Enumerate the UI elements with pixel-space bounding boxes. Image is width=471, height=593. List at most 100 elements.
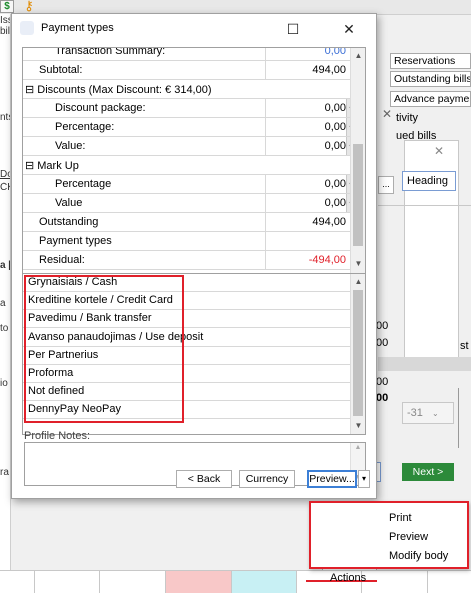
totals-row-label: Transaction Summary: [55,47,166,57]
date-select[interactable]: -31 ⌄ [402,402,454,424]
totals-row-label: ⊟ Discounts (Max Discount: € 314,00) [25,84,212,96]
totals-row-label: Outstanding [39,216,99,228]
totals-row-label: ⊟ Mark Up [25,160,79,172]
advance-payment-button[interactable]: Advance paymen [390,91,471,107]
totals-row-label: Residual: [39,254,85,266]
bg-fragment: bil [0,26,10,37]
menu-item-modify-body[interactable]: Modify body [311,546,467,566]
totals-row-label: Value [55,197,83,209]
totals-row-value[interactable]: 0,00 [266,197,346,209]
totals-section-row[interactable]: ⊟ Mark Up [23,156,350,175]
column-divider [265,232,266,251]
bg-amount: 00 [376,337,389,349]
bg-grey-band [378,357,471,371]
dialog-title: Payment types [41,22,114,34]
grid-cell[interactable] [35,571,100,593]
scroll-up-icon[interactable]: ▲ [351,48,365,63]
scroll-down-icon[interactable]: ▼ [351,256,365,271]
grid-cell[interactable] [428,571,471,593]
totals-row-label: Value: [55,140,86,152]
totals-section-row[interactable]: ⊟ Discounts (Max Discount: € 314,00) [23,80,350,99]
list-scrollbar[interactable]: ▲ ▼ [350,274,365,434]
bg-activity-text: tivity [396,112,418,124]
totals-row-value[interactable]: 0,00 [266,102,346,114]
totals-row[interactable]: Outstanding 494,00 [23,213,350,232]
scroll-up-icon[interactable]: ▲ [351,444,365,451]
totals-row[interactable]: Value:0,00... [23,137,359,156]
totals-row-label: Discount package: [55,102,146,114]
bg-fragment: ČK [0,182,10,193]
bg-fragment: to [0,323,9,334]
dialog-titlebar[interactable]: Payment types ☐ ✕ [12,14,376,44]
outstanding-bills-button[interactable]: Outstanding bills [390,71,471,87]
totals-row-label: Payment types [39,235,112,247]
totals-row-value: 494,00 [312,216,346,228]
totals-scrollbar[interactable]: ▲ ▼ [350,48,365,273]
totals-row-value[interactable]: 0,00 [266,121,346,133]
bg-amount: 00 [376,392,389,404]
totals-row-value: 494,00 [312,64,346,76]
totals-row[interactable]: Percentage:0,00... [23,118,359,137]
heading-column-header[interactable]: Heading [402,171,456,191]
preview-dropdown-chevron-icon[interactable]: ▾ [358,470,370,488]
scroll-up-icon[interactable]: ▲ [351,274,365,289]
close-icon[interactable]: ✕ [434,144,444,158]
grid-cell[interactable] [362,571,428,593]
back-button[interactable]: < Back [176,470,232,488]
totals-row[interactable]: Value0,00... [23,194,359,213]
grid-cell[interactable] [0,571,35,593]
close-icon[interactable]: ✕ [381,107,393,121]
totals-row[interactable]: Subtotal: 494,00 [23,61,350,80]
chevron-down-icon: ⌄ [431,409,439,418]
maximize-icon[interactable]: ☐ [278,18,308,40]
totals-row[interactable]: Payment types [23,232,350,251]
totals-row[interactable]: Percentage0,00... [23,175,359,194]
preview-context-menu: Print Preview Modify body [309,501,469,569]
totals-row[interactable]: Residual: -494,00 [23,251,350,270]
menu-item-print[interactable]: Print [311,508,467,528]
preview-button[interactable]: Preview... [307,470,357,488]
divider [378,205,471,206]
app-icon [20,21,34,35]
totals-row-value: 0,00 [324,47,346,57]
bg-fragment: nts [0,112,10,123]
totals-row[interactable]: Transaction Summary: 0,00 [23,47,350,61]
scroll-down-icon[interactable]: ▼ [351,418,365,433]
bg-amount: 00 [376,376,389,388]
bg-fragment: io [0,378,8,389]
totals-grid: Transaction Summary: 0,00 Subtotal: 494,00 ⊟… [22,47,366,274]
totals-row-value[interactable]: 0,00 [266,140,346,152]
bottom-grid [0,570,471,593]
scroll-thumb[interactable] [353,144,363,246]
bg-fragment: st [460,340,469,352]
totals-row[interactable]: Discount package:0,00... [23,99,359,118]
bg-fragment: a [0,298,6,309]
bg-fragment: Issu [0,15,10,26]
scroll-thumb[interactable] [353,290,363,416]
highlight-box [24,275,184,423]
next-button[interactable]: Next > [402,463,454,481]
bg-amount: 00 [376,320,389,332]
totals-row-label: Percentage: [55,121,115,133]
bg-fragment: ra [0,467,9,478]
grid-cell-today[interactable] [232,571,297,593]
grid-cell-highlighted[interactable] [166,571,232,593]
date-value: -31 [407,407,423,419]
grid-cell[interactable] [100,571,166,593]
bg-fragment: Doc [0,169,10,180]
key-icon[interactable]: ⚷ [22,0,36,13]
menu-item-preview[interactable]: Preview [311,527,467,547]
profile-notes-label: Profile Notes: [24,430,91,442]
divider [458,388,459,448]
close-icon[interactable]: ✕ [334,18,364,40]
totals-row-value: -494,00 [308,254,346,266]
payment-types-dialog: Payment types ☐ ✕ Transaction Summary: 0,… [11,13,377,499]
actions-button[interactable]: Actions [330,572,366,584]
bg-ellipsis-button[interactable]: ... [378,176,394,194]
totals-row-label: Percentage [55,178,112,190]
totals-row-label: Subtotal: [39,64,83,76]
reservations-button[interactable]: Reservations [390,53,471,69]
add-green-icon[interactable]: $ [0,0,14,13]
totals-row-value[interactable]: 0,00 [266,178,346,190]
currency-button[interactable]: Currency [239,470,295,488]
